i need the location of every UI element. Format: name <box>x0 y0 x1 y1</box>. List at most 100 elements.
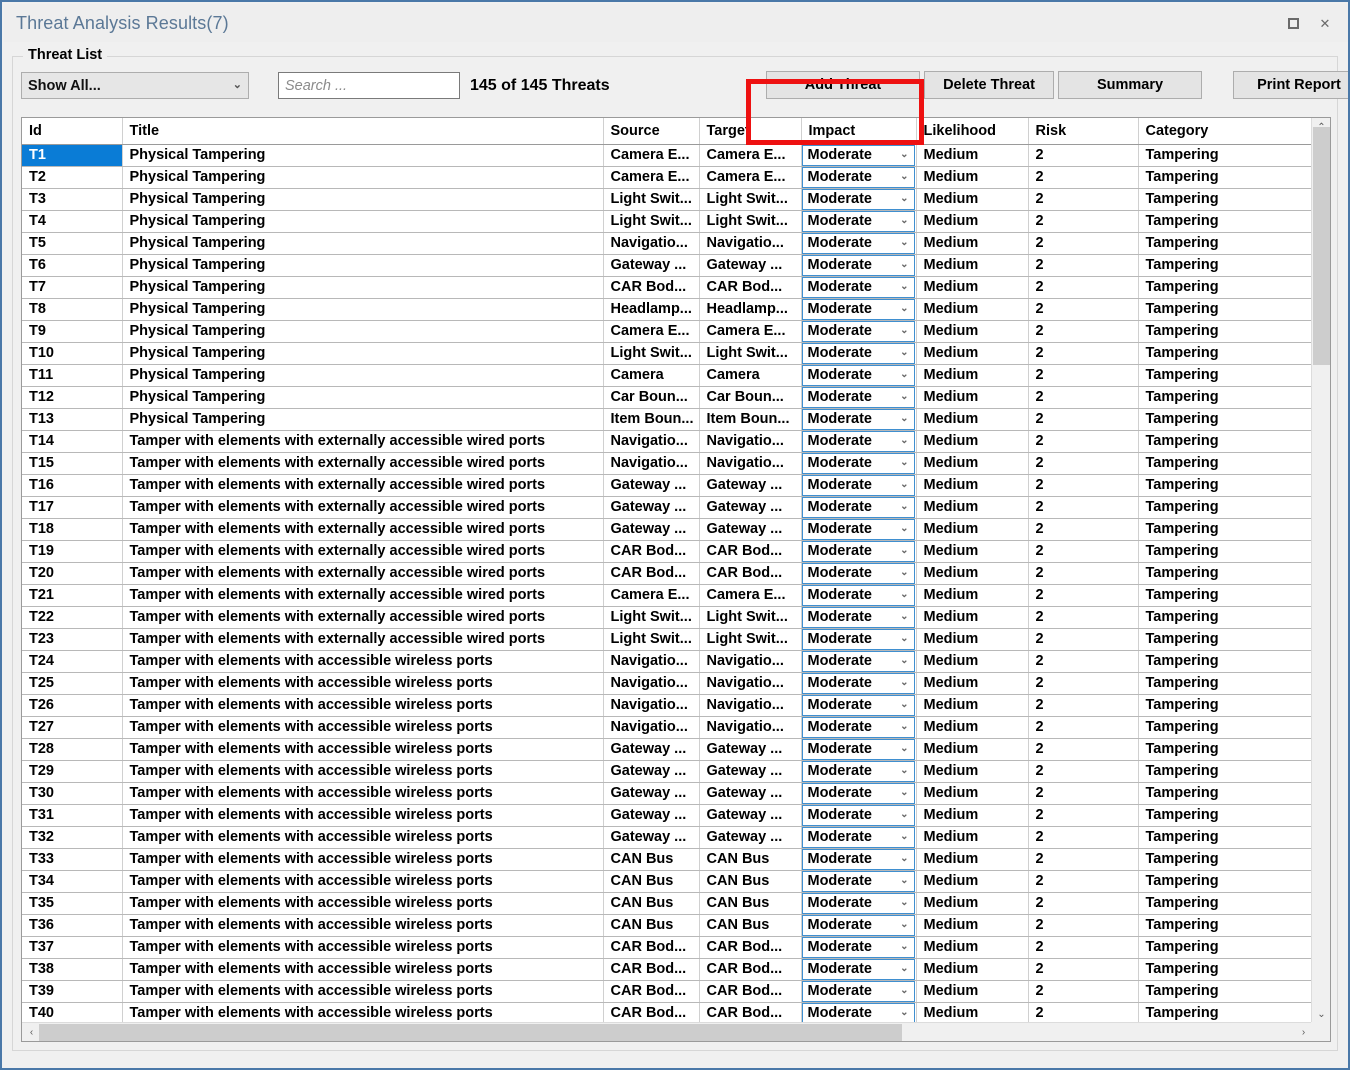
table-row[interactable]: T19Tamper with elements with externally … <box>22 540 1313 562</box>
table-row[interactable]: T1Physical TamperingCamera E...Camera E.… <box>22 144 1313 166</box>
table-row[interactable]: T21Tamper with elements with externally … <box>22 584 1313 606</box>
table-row[interactable]: T32Tamper with elements with accessible … <box>22 826 1313 848</box>
impact-dropdown[interactable]: Moderate⌄ <box>802 893 915 914</box>
table-row[interactable]: T27Tamper with elements with accessible … <box>22 716 1313 738</box>
summary-button[interactable]: Summary <box>1058 71 1202 99</box>
impact-dropdown[interactable]: Moderate⌄ <box>802 761 915 782</box>
close-icon[interactable]: ✕ <box>1316 14 1334 32</box>
impact-dropdown[interactable]: Moderate⌄ <box>802 145 915 166</box>
horizontal-scrollbar[interactable]: ‹ › <box>22 1022 1313 1041</box>
table-row[interactable]: T25Tamper with elements with accessible … <box>22 672 1313 694</box>
table-row[interactable]: T8Physical TamperingHeadlamp...Headlamp.… <box>22 298 1313 320</box>
impact-dropdown[interactable]: Moderate⌄ <box>802 871 915 892</box>
table-row[interactable]: T31Tamper with elements with accessible … <box>22 804 1313 826</box>
impact-dropdown[interactable]: Moderate⌄ <box>802 959 915 980</box>
table-row[interactable]: T24Tamper with elements with accessible … <box>22 650 1313 672</box>
add-threat-button[interactable]: Add Threat <box>766 71 920 99</box>
table-row[interactable]: T20Tamper with elements with externally … <box>22 562 1313 584</box>
impact-dropdown[interactable]: Moderate⌄ <box>802 497 915 518</box>
table-row[interactable]: T28Tamper with elements with accessible … <box>22 738 1313 760</box>
impact-dropdown[interactable]: Moderate⌄ <box>802 849 915 870</box>
impact-dropdown[interactable]: Moderate⌄ <box>802 629 915 650</box>
impact-dropdown[interactable]: Moderate⌄ <box>802 1003 915 1024</box>
impact-dropdown[interactable]: Moderate⌄ <box>802 453 915 474</box>
table-row[interactable]: T34Tamper with elements with accessible … <box>22 870 1313 892</box>
impact-dropdown[interactable]: Moderate⌄ <box>802 937 915 958</box>
impact-dropdown[interactable]: Moderate⌄ <box>802 805 915 826</box>
impact-dropdown[interactable]: Moderate⌄ <box>802 717 915 738</box>
table-row[interactable]: T6Physical TamperingGateway ...Gateway .… <box>22 254 1313 276</box>
impact-dropdown[interactable]: Moderate⌄ <box>802 189 915 210</box>
search-input[interactable] <box>278 72 460 99</box>
column-header-target[interactable]: Target <box>699 118 801 144</box>
impact-dropdown[interactable]: Moderate⌄ <box>802 233 915 254</box>
print-report-button[interactable]: Print Report <box>1233 71 1350 99</box>
impact-dropdown[interactable]: Moderate⌄ <box>802 695 915 716</box>
column-header-title[interactable]: Title <box>122 118 603 144</box>
table-row[interactable]: T13Physical TamperingItem Boun...Item Bo… <box>22 408 1313 430</box>
horizontal-scrollbar-thumb[interactable] <box>39 1024 902 1041</box>
impact-dropdown[interactable]: Moderate⌄ <box>802 299 915 320</box>
table-row[interactable]: T12Physical TamperingCar Boun...Car Boun… <box>22 386 1313 408</box>
table-row[interactable]: T2Physical TamperingCamera E...Camera E.… <box>22 166 1313 188</box>
table-row[interactable]: T36Tamper with elements with accessible … <box>22 914 1313 936</box>
table-row[interactable]: T18Tamper with elements with externally … <box>22 518 1313 540</box>
impact-dropdown[interactable]: Moderate⌄ <box>802 255 915 276</box>
impact-dropdown[interactable]: Moderate⌄ <box>802 519 915 540</box>
vertical-scrollbar[interactable]: ⌃ ⌄ <box>1311 118 1330 1024</box>
column-header-source[interactable]: Source <box>603 118 699 144</box>
impact-dropdown[interactable]: Moderate⌄ <box>802 277 915 298</box>
table-row[interactable]: T30Tamper with elements with accessible … <box>22 782 1313 804</box>
table-row[interactable]: T37Tamper with elements with accessible … <box>22 936 1313 958</box>
table-row[interactable]: T35Tamper with elements with accessible … <box>22 892 1313 914</box>
table-row[interactable]: T33Tamper with elements with accessible … <box>22 848 1313 870</box>
table-row[interactable]: T39Tamper with elements with accessible … <box>22 980 1313 1002</box>
column-header-id[interactable]: Id <box>22 118 122 144</box>
impact-dropdown[interactable]: Moderate⌄ <box>802 739 915 760</box>
filter-dropdown[interactable]: Show All... ⌄ <box>21 72 249 99</box>
table-row[interactable]: T14Tamper with elements with externally … <box>22 430 1313 452</box>
impact-dropdown[interactable]: Moderate⌄ <box>802 915 915 936</box>
impact-dropdown[interactable]: Moderate⌄ <box>802 585 915 606</box>
impact-dropdown[interactable]: Moderate⌄ <box>802 673 915 694</box>
impact-dropdown[interactable]: Moderate⌄ <box>802 827 915 848</box>
table-row[interactable]: T38Tamper with elements with accessible … <box>22 958 1313 980</box>
impact-dropdown[interactable]: Moderate⌄ <box>802 563 915 584</box>
maximize-icon[interactable] <box>1284 14 1302 32</box>
table-row[interactable]: T4Physical TamperingLight Swit...Light S… <box>22 210 1313 232</box>
impact-dropdown[interactable]: Moderate⌄ <box>802 541 915 562</box>
impact-dropdown[interactable]: Moderate⌄ <box>802 783 915 804</box>
column-header-risk[interactable]: Risk <box>1028 118 1138 144</box>
impact-dropdown[interactable]: Moderate⌄ <box>802 475 915 496</box>
table-row[interactable]: T3Physical TamperingLight Swit...Light S… <box>22 188 1313 210</box>
impact-dropdown[interactable]: Moderate⌄ <box>802 651 915 672</box>
table-row[interactable]: T22Tamper with elements with externally … <box>22 606 1313 628</box>
impact-dropdown[interactable]: Moderate⌄ <box>802 211 915 232</box>
table-row[interactable]: T40Tamper with elements with accessible … <box>22 1002 1313 1024</box>
impact-dropdown[interactable]: Moderate⌄ <box>802 981 915 1002</box>
table-row[interactable]: T15Tamper with elements with externally … <box>22 452 1313 474</box>
table-row[interactable]: T11Physical TamperingCameraCameraModerat… <box>22 364 1313 386</box>
impact-dropdown[interactable]: Moderate⌄ <box>802 321 915 342</box>
impact-dropdown[interactable]: Moderate⌄ <box>802 409 915 430</box>
table-row[interactable]: T26Tamper with elements with accessible … <box>22 694 1313 716</box>
impact-dropdown[interactable]: Moderate⌄ <box>802 167 915 188</box>
delete-threat-button[interactable]: Delete Threat <box>924 71 1054 99</box>
table-row[interactable]: T10Physical TamperingLight Swit...Light … <box>22 342 1313 364</box>
impact-dropdown[interactable]: Moderate⌄ <box>802 431 915 452</box>
impact-dropdown[interactable]: Moderate⌄ <box>802 365 915 386</box>
column-header-category[interactable]: Category <box>1138 118 1313 144</box>
table-row[interactable]: T16Tamper with elements with externally … <box>22 474 1313 496</box>
vertical-scrollbar-thumb[interactable] <box>1313 127 1330 365</box>
impact-dropdown[interactable]: Moderate⌄ <box>802 607 915 628</box>
table-row[interactable]: T5Physical TamperingNavigatio...Navigati… <box>22 232 1313 254</box>
column-header-impact[interactable]: Impact <box>801 118 916 144</box>
table-row[interactable]: T7Physical TamperingCAR Bod...CAR Bod...… <box>22 276 1313 298</box>
table-row[interactable]: T23Tamper with elements with externally … <box>22 628 1313 650</box>
table-row[interactable]: T9Physical TamperingCamera E...Camera E.… <box>22 320 1313 342</box>
column-header-likelihood[interactable]: Likelihood <box>916 118 1028 144</box>
impact-dropdown[interactable]: Moderate⌄ <box>802 387 915 408</box>
table-row[interactable]: T17Tamper with elements with externally … <box>22 496 1313 518</box>
table-row[interactable]: T29Tamper with elements with accessible … <box>22 760 1313 782</box>
impact-dropdown[interactable]: Moderate⌄ <box>802 343 915 364</box>
